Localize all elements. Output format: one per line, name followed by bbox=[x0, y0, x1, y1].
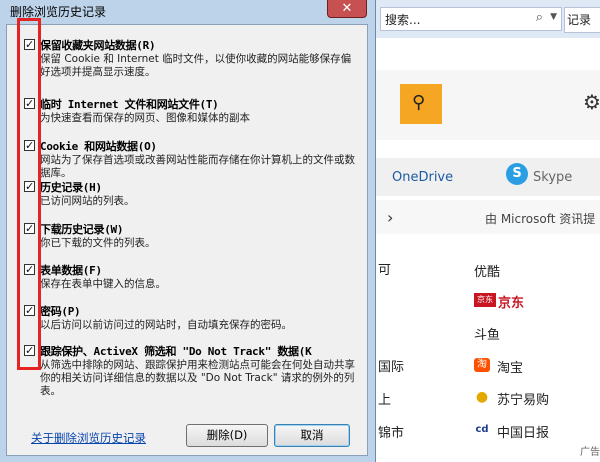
site-link-suning[interactable]: 苏宁易购 bbox=[497, 389, 549, 408]
option-description: 保留 Cookie 和 Internet 临时文件，以使你收藏的网站能够保存偏好… bbox=[40, 53, 352, 78]
chinadaily-icon: cd bbox=[475, 424, 489, 435]
highlight-box bbox=[17, 18, 41, 370]
site-link-taobao[interactable]: 淘宝 bbox=[497, 357, 523, 376]
ad-label: 广告 bbox=[580, 447, 600, 458]
suning-icon: ● bbox=[475, 389, 489, 405]
about-delete-history-link[interactable]: 关于删除浏览历史记录 bbox=[31, 430, 146, 446]
dialog-titlebar[interactable]: 删除浏览历史记录 ✕ bbox=[0, 0, 376, 22]
list-item[interactable]: 锦市 bbox=[378, 422, 404, 441]
option-description: 网站为了保存首选项或改善网站性能而存储在你计算机上的文件或数据库。 bbox=[40, 154, 355, 179]
onedrive-link[interactable]: OneDrive bbox=[392, 170, 453, 185]
page-search-button[interactable]: ⚲ bbox=[400, 84, 442, 124]
option-description: 从筛选中排除的网站、跟踪保护用来检测站点可能会在何处自动共享你的相关访问详细信息… bbox=[40, 359, 355, 397]
option-description: 为快速查看而保存的网页、图像和媒体的副本 bbox=[40, 112, 250, 124]
option-description: 已访问网站的列表。 bbox=[40, 195, 135, 207]
option-description: 你已下载的文件的列表。 bbox=[40, 237, 156, 249]
chevron-down-icon[interactable]: ▼ bbox=[550, 12, 557, 22]
skype-icon[interactable]: S bbox=[506, 163, 528, 185]
list-item[interactable]: 可 bbox=[378, 259, 391, 278]
option-description: 以后访问以前访问过的网站时，自动填充保存的密码。 bbox=[40, 319, 292, 331]
option-description: 保存在表单中键入的信息。 bbox=[40, 278, 166, 290]
option-title: 跟踪保护、ActiveX 筛选和 "Do Not Track" 数据(K bbox=[40, 345, 312, 358]
search-icon: ⚲ bbox=[412, 92, 426, 113]
site-link-chinadaily[interactable]: 中国日报 bbox=[497, 422, 549, 441]
close-icon: ✕ bbox=[341, 1, 353, 16]
option-title: 临时 Internet 文件和网站文件(T) bbox=[40, 98, 219, 111]
option-title: Cookie 和网站数据(O) bbox=[40, 140, 157, 153]
delete-history-dialog: 删除浏览历史记录 ✕ ✓ 保留收藏夹网站数据(R) 保留 Cookie 和 In… bbox=[0, 0, 376, 462]
taobao-icon: 淘 bbox=[474, 358, 490, 372]
search-box-text: 搜索... bbox=[385, 13, 421, 27]
option-title: 表单数据(F) bbox=[40, 264, 102, 277]
close-button[interactable]: ✕ bbox=[327, 0, 367, 18]
site-link-douyu[interactable]: 斗鱼 bbox=[474, 324, 500, 343]
list-item[interactable]: 国际 bbox=[378, 356, 404, 375]
option-title: 下载历史记录(W) bbox=[40, 223, 124, 236]
skype-link[interactable]: Skype bbox=[533, 170, 572, 185]
option-title: 历史记录(H) bbox=[40, 181, 102, 194]
chevron-right-icon[interactable]: › bbox=[387, 208, 393, 227]
gear-icon[interactable]: ⚙ bbox=[583, 90, 600, 114]
browser-tab[interactable]: 记录 bbox=[564, 7, 600, 33]
option-title: 密码(P) bbox=[40, 305, 81, 318]
list-item[interactable]: 上 bbox=[378, 389, 391, 408]
browser-tab-label: 记录 bbox=[567, 13, 592, 27]
search-icon[interactable]: ⌕ bbox=[536, 10, 543, 25]
cancel-button[interactable]: 取消 bbox=[274, 424, 350, 447]
address-search-box[interactable]: 搜索... ⌕ ▼ bbox=[380, 7, 562, 31]
ms-news-label: 由 Microsoft 资讯提 bbox=[485, 212, 596, 226]
site-link-youku[interactable]: 优酷 bbox=[474, 261, 500, 280]
site-link-jd[interactable]: 京东 bbox=[498, 292, 524, 311]
jd-icon: 京东 bbox=[474, 293, 496, 307]
delete-button[interactable]: 删除(D) bbox=[186, 424, 268, 447]
option-title: 保留收藏夹网站数据(R) bbox=[40, 39, 156, 52]
